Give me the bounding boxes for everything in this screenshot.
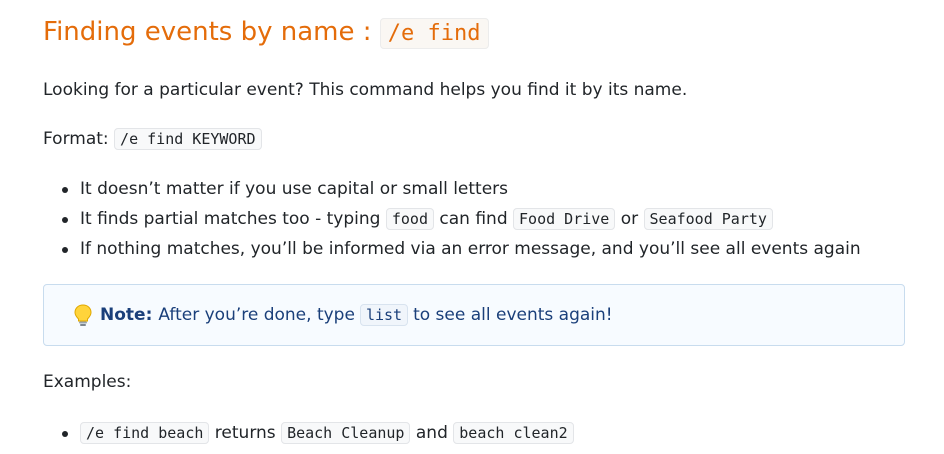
list-item-text: It doesn’t matter if you use capital or …: [80, 179, 509, 199]
list-item-partial: It finds partial matches too - typing fo…: [62, 204, 861, 234]
list-item-text: It finds partial matches too - typing: [80, 209, 386, 229]
examples-list: /e find beach returns Beach Cleanup and …: [43, 418, 574, 448]
list-item-nomatch: If nothing matches, you’ll be informed v…: [62, 234, 861, 264]
inline-code: Beach Cleanup: [281, 422, 411, 444]
list-item-text: returns: [209, 423, 282, 443]
lightbulb-icon: [74, 304, 92, 326]
heading-code: /e find: [379, 18, 489, 49]
list-item-case: It doesn’t matter if you use capital or …: [62, 174, 861, 204]
list-item-text: can find: [433, 209, 514, 229]
section-heading: Finding events by name : /e find: [43, 17, 489, 49]
note-text-suffix: to see all events again!: [413, 305, 613, 325]
note-callout: Note: After you’re done, type list to se…: [43, 284, 905, 346]
inline-code: food: [385, 208, 434, 230]
inline-code: /e find beach: [80, 422, 210, 444]
examples-label: Examples:: [43, 372, 132, 392]
feature-list: It doesn’t matter if you use capital or …: [43, 174, 861, 264]
list-item-text: or: [615, 209, 644, 229]
format-label: Format:: [43, 129, 115, 149]
heading-text: Finding events by name :: [43, 17, 380, 47]
intro-paragraph: Looking for a particular event? This com…: [43, 80, 688, 100]
inline-code: Food Drive: [513, 208, 616, 230]
note-label: Note:: [100, 305, 153, 325]
note-text-prefix: After you’re done, type: [158, 305, 355, 325]
list-item-text: and: [410, 423, 454, 443]
inline-code: Seafood Party: [643, 208, 773, 230]
note-code: list: [359, 304, 409, 326]
inline-code: beach clean2: [453, 422, 574, 444]
format-code: /e find KEYWORD: [114, 128, 262, 150]
format-line: Format: /e find KEYWORD: [43, 128, 262, 150]
list-item-text: If nothing matches, you’ll be informed v…: [80, 239, 861, 259]
document-page: Finding events by name : /e find Looking…: [0, 0, 944, 454]
example-item: /e find beach returns Beach Cleanup and …: [62, 418, 574, 448]
